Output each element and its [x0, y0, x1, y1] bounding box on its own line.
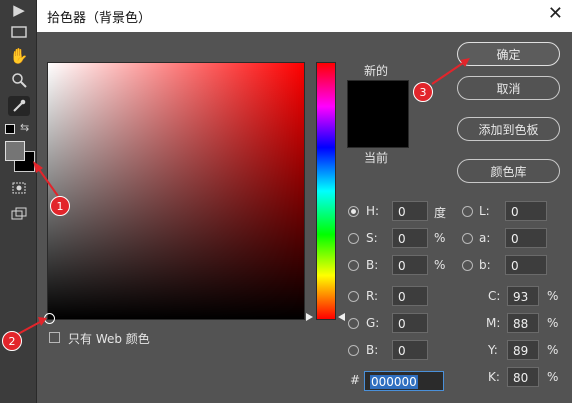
- annotation-arrow-2: [17, 321, 41, 335]
- annotation-badge-2: 2: [2, 331, 22, 351]
- annotation-arrows: [17, 58, 470, 335]
- annotation-badge-3: 3: [413, 82, 433, 102]
- annotation-arrowhead-3: [460, 58, 470, 67]
- annotation-arrow-1: [37, 167, 59, 197]
- annotation-arrow-3: [431, 62, 464, 85]
- annotation-badge-1: 1: [50, 196, 70, 216]
